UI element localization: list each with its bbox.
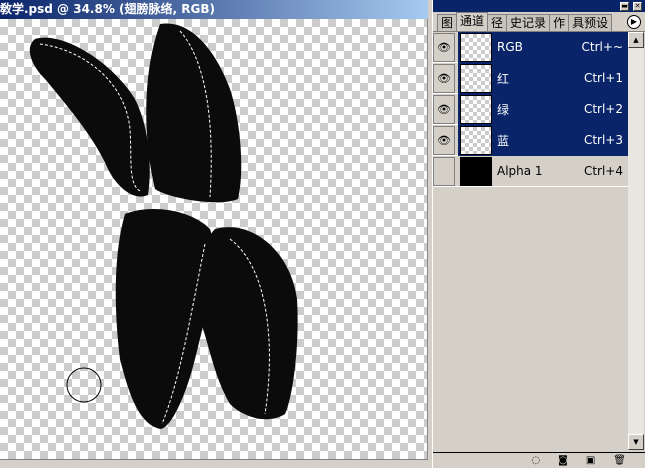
minimize-button[interactable]: ▬ xyxy=(620,2,629,11)
tab-tool-presets[interactable]: 具预设 xyxy=(568,14,613,31)
brush-cursor xyxy=(66,367,102,403)
channel-shortcut: Ctrl+~ xyxy=(581,40,623,54)
tab-channels[interactable]: 通道 xyxy=(456,12,489,31)
channels-panel: ▬ ✕ 图 通道 径 史记录 作 具预设 ▶ 👁 RGB Ctrl+~ 👁 红 … xyxy=(432,0,645,468)
panel-footer: ◌ ◙ ▣ 🗑 xyxy=(433,452,645,468)
channel-row-red[interactable]: 👁 红 Ctrl+1 xyxy=(433,62,629,94)
channel-list: 👁 RGB Ctrl+~ 👁 红 Ctrl+1 👁 绿 Ctrl+2 👁 蓝 C… xyxy=(433,31,629,187)
channel-shortcut: Ctrl+4 xyxy=(583,164,623,178)
channel-thumbnail xyxy=(460,94,492,124)
channel-name: 红 xyxy=(497,71,510,86)
canvas[interactable] xyxy=(0,19,428,459)
document-status-bar xyxy=(0,459,428,468)
channel-name: 蓝 xyxy=(497,133,510,148)
tab-history[interactable]: 史记录 xyxy=(506,14,551,31)
tab-paths[interactable]: 径 xyxy=(487,14,508,31)
scroll-up-icon[interactable]: ▲ xyxy=(628,32,644,48)
eye-icon[interactable]: 👁 xyxy=(433,32,455,62)
channel-name: 绿 xyxy=(497,102,510,117)
scroll-down-icon[interactable]: ▼ xyxy=(628,434,644,450)
lower-left-wing xyxy=(115,209,214,429)
new-channel-icon[interactable]: ▣ xyxy=(586,455,595,466)
lower-right-wing xyxy=(199,227,298,420)
channel-row-green[interactable]: 👁 绿 Ctrl+2 xyxy=(433,93,629,125)
scrollbar[interactable]: ▲ ▼ xyxy=(628,32,644,450)
trash-icon[interactable]: 🗑 xyxy=(613,455,626,466)
mask-icon[interactable]: ◙ xyxy=(558,455,568,466)
document-title: 敎学.psd @ 34.8% (翅膀脉络, RGB) xyxy=(0,0,428,19)
channel-shortcut: Ctrl+1 xyxy=(583,71,623,85)
visibility-toggle[interactable] xyxy=(433,156,455,186)
upper-right-wing xyxy=(146,23,242,203)
channel-row-blue[interactable]: 👁 蓝 Ctrl+3 xyxy=(433,124,629,156)
panel-tabs: 图 通道 径 史记录 作 具预设 ▶ xyxy=(433,12,645,32)
channel-row-alpha[interactable]: Alpha 1 Ctrl+4 xyxy=(433,156,629,187)
panel-title-bar: ▬ ✕ xyxy=(433,0,645,12)
eye-icon[interactable]: 👁 xyxy=(433,94,455,124)
channel-thumbnail xyxy=(460,125,492,155)
channel-shortcut: Ctrl+2 xyxy=(583,102,623,116)
dotted-circle-icon[interactable]: ◌ xyxy=(531,455,540,466)
tab-actions[interactable]: 作 xyxy=(549,14,570,31)
document-window: 敎学.psd @ 34.8% (翅膀脉络, RGB) xyxy=(0,0,428,468)
close-button[interactable]: ✕ xyxy=(633,2,642,11)
eye-icon[interactable]: 👁 xyxy=(433,125,455,155)
wing-artwork xyxy=(29,23,298,429)
channel-row-rgb[interactable]: 👁 RGB Ctrl+~ xyxy=(433,31,629,63)
channel-shortcut: Ctrl+3 xyxy=(583,133,623,147)
eye-icon[interactable]: 👁 xyxy=(433,63,455,93)
tab-layers[interactable]: 图 xyxy=(437,14,458,31)
channel-thumbnail xyxy=(460,63,492,93)
channel-thumbnail xyxy=(460,32,492,62)
channel-thumbnail xyxy=(460,156,492,186)
channel-name: RGB xyxy=(497,40,523,54)
panel-menu-icon[interactable]: ▶ xyxy=(627,15,641,29)
channel-name: Alpha 1 xyxy=(497,164,543,178)
